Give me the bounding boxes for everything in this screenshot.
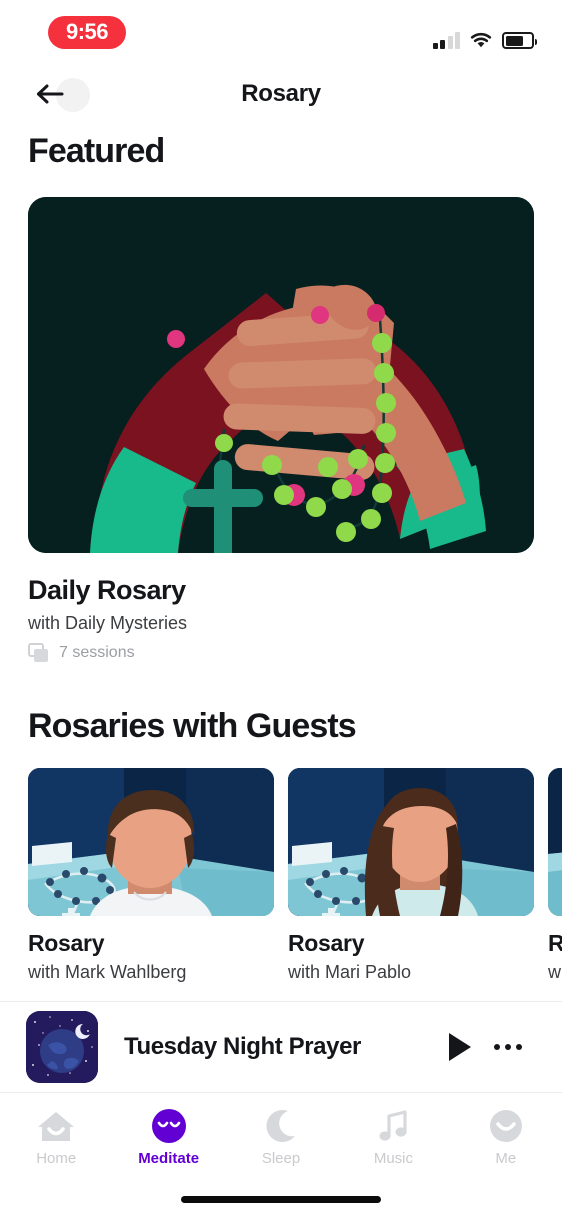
profile-icon [486, 1106, 526, 1146]
tab-sleep[interactable]: Sleep [225, 1094, 337, 1186]
tab-label: Music [373, 1150, 413, 1167]
battery-icon [502, 32, 537, 49]
guest-title: R [548, 930, 562, 956]
scroll-content[interactable]: Featured Daily Rosary with Daily Mysteri… [0, 126, 562, 1001]
guest-subtitle: w [548, 962, 561, 982]
now-playing-bar[interactable]: Tuesday Night Prayer [0, 1001, 562, 1093]
home-indicator [181, 1196, 381, 1203]
featured-subtitle: with Daily Mysteries [28, 613, 188, 633]
guests-section-title: Rosaries with Guests [28, 707, 357, 745]
stacked-cards-icon [28, 643, 48, 662]
partial-guest-illustration [548, 768, 562, 916]
more-dot [516, 1044, 522, 1050]
meditate-face-icon [149, 1106, 189, 1146]
featured-meta[interactable]: Daily Rosary with Daily Mysteries 7 sess… [0, 553, 562, 663]
guest-card[interactable]: R w [548, 768, 562, 998]
tab-label: Meditate [138, 1150, 200, 1167]
sessions-label: 7 sessions [59, 644, 135, 661]
featured-sessions: 7 sessions [28, 643, 534, 663]
bottom-tab-bar: Home Meditate Sleep Music Me [0, 1094, 562, 1186]
status-bar: 9:56 [0, 0, 562, 62]
tab-label: Sleep [261, 1150, 301, 1167]
tab-label: Home [36, 1150, 77, 1167]
now-playing-title: Tuesday Night Prayer [124, 1033, 361, 1060]
wifi-icon [469, 31, 493, 49]
guest-thumbnail [28, 768, 274, 916]
guest-thumbnail [548, 768, 562, 916]
woman-with-rosary-illustration [288, 768, 534, 916]
featured-card[interactable] [28, 197, 534, 553]
bead-pink [167, 330, 185, 348]
guest-title: Rosary [28, 930, 105, 956]
status-indicators [432, 25, 537, 49]
guest-subtitle: with Mark Wahlberg [28, 962, 187, 982]
play-icon [449, 1033, 471, 1061]
tab-meditate[interactable]: Meditate [112, 1094, 224, 1186]
night-sky-globe-thumbnail [26, 1011, 98, 1083]
praying-hands-with-rosary-illustration [28, 197, 534, 553]
more-options-button[interactable] [480, 1027, 536, 1067]
home-icon [36, 1106, 76, 1146]
tab-home[interactable]: Home [0, 1094, 112, 1186]
page-title: Rosary [241, 80, 321, 107]
tab-me[interactable]: Me [450, 1094, 562, 1186]
status-time: 9:56 [48, 16, 127, 49]
tab-label: Me [495, 1150, 517, 1167]
guest-thumbnail [288, 768, 534, 916]
guest-card[interactable]: Rosary with Mari Pablo [288, 768, 534, 998]
cellular-signal-icon [432, 32, 460, 49]
music-note-icon [373, 1106, 413, 1146]
guest-subtitle: with Mari Pablo [288, 962, 412, 982]
more-dot [505, 1044, 511, 1050]
app-screen: 9:56 Rosary Featured Daily Rosary with D… [0, 0, 562, 1218]
featured-title: Daily Rosary [28, 575, 186, 605]
now-playing-thumbnail[interactable] [26, 1011, 98, 1083]
more-dot [494, 1044, 500, 1050]
tab-music[interactable]: Music [337, 1094, 449, 1186]
moon-icon [261, 1106, 301, 1146]
navigation-bar: Rosary [0, 62, 562, 126]
play-button[interactable] [440, 1027, 480, 1067]
guest-card[interactable]: Rosary with Mark Wahlberg [28, 768, 274, 998]
guest-title: Rosary [288, 930, 365, 956]
man-with-rosary-illustration [28, 768, 274, 916]
featured-section-title: Featured [28, 132, 165, 170]
guests-carousel[interactable]: Rosary with Mark Wahlberg Rosary with Ma… [0, 768, 562, 998]
